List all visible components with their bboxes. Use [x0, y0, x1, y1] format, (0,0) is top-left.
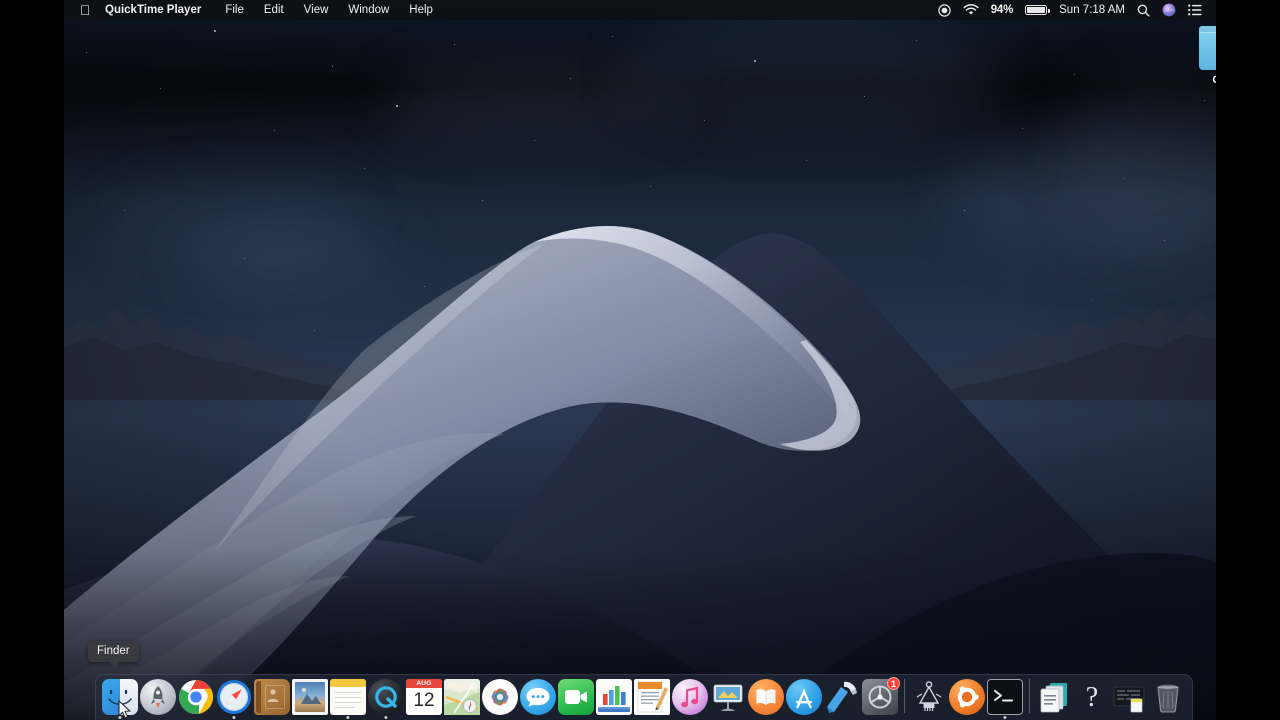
folder-icon [1199, 26, 1216, 70]
dock-item-quicktime-player[interactable] [367, 677, 405, 720]
dock-item-safari[interactable] [215, 677, 253, 720]
search-icon[interactable] [1137, 4, 1150, 17]
menu-item-edit[interactable]: Edit [254, 0, 294, 20]
dock-item-help-stack[interactable]: ? [1073, 677, 1111, 720]
dock-item-numbers[interactable] [595, 677, 633, 720]
numbers-icon [596, 679, 632, 715]
safari-icon [216, 679, 252, 715]
app-store-icon [786, 679, 822, 715]
dock-item-keynote[interactable] [709, 677, 747, 720]
arduino-icon [911, 679, 947, 715]
dock-item-facetime[interactable] [557, 677, 595, 720]
wifi-icon[interactable] [963, 4, 979, 16]
dock-item-app-store[interactable] [785, 677, 823, 720]
calendar-day: 12 [413, 690, 435, 711]
screen: Other  QuickTime Player File Edit View … [0, 0, 1280, 720]
badge-count: 1 [887, 677, 900, 690]
running-indicator [118, 715, 122, 719]
question-mark-icon: ? [1074, 679, 1110, 715]
xcode-icon [824, 679, 860, 715]
dock-item-xcode[interactable] [823, 677, 861, 720]
trash-icon [1150, 679, 1186, 715]
menu-item-window[interactable]: Window [338, 0, 399, 20]
dock-item-photos[interactable] [481, 677, 519, 720]
dune-lit-crest [64, 225, 861, 720]
dock-item-documents-stack[interactable] [1035, 677, 1073, 720]
dock-item-virtualbox-ubuntu[interactable] [948, 677, 986, 720]
horizon-mountains [64, 308, 1216, 400]
letterbox-left [0, 0, 64, 720]
dock-item-itunes[interactable] [671, 677, 709, 720]
desktop-icon-label: Other [1209, 74, 1216, 86]
dock-item-calendar[interactable]: AUG 12 [405, 677, 443, 720]
dock-item-messages[interactable] [519, 677, 557, 720]
menu-bar[interactable]:  QuickTime Player File Edit View Window… [64, 0, 1216, 20]
contacts-icon [254, 679, 290, 715]
dock-item-trash[interactable] [1149, 677, 1187, 720]
apple-menu-icon[interactable]:  [78, 2, 92, 18]
svg-text:?: ? [1086, 682, 1098, 713]
desktop-wallpaper[interactable]: Other [64, 0, 1216, 720]
dock[interactable]: AUG 12 1 ? [95, 674, 1193, 720]
running-indicator [232, 715, 236, 719]
launchpad-icon [140, 679, 176, 715]
battery-icon[interactable] [1025, 5, 1050, 15]
dock-tooltip-label: Finder [97, 645, 130, 657]
keynote-icon [710, 679, 746, 715]
siri-icon[interactable] [1162, 3, 1176, 17]
menu-item-file[interactable]: File [215, 0, 254, 20]
quicktime-player-icon [368, 679, 404, 715]
menu-item-help[interactable]: Help [399, 0, 443, 20]
letterbox-right [1216, 0, 1280, 720]
dock-item-arduino[interactable] [910, 677, 948, 720]
running-indicator [384, 715, 388, 719]
ibooks-icon [748, 679, 784, 715]
menu-app-title[interactable]: QuickTime Player [105, 0, 215, 20]
downloads-stack-icon [1112, 679, 1148, 715]
running-indicator [1003, 715, 1007, 719]
battery-percent: 94% [990, 4, 1014, 16]
menu-item-view[interactable]: View [294, 0, 339, 20]
dock-item-pages[interactable] [633, 677, 671, 720]
photos-icon [482, 679, 518, 715]
ubuntu-icon [949, 679, 985, 715]
dock-item-terminal[interactable] [986, 677, 1024, 720]
photo-frame-icon [292, 679, 328, 715]
facetime-icon [558, 679, 594, 715]
dock-item-launchpad[interactable] [139, 677, 177, 720]
dock-item-ibooks[interactable] [747, 677, 785, 720]
dock-item-system-preferences[interactable]: 1 [861, 677, 900, 720]
record-icon[interactable] [938, 3, 951, 17]
documents-stack-icon [1036, 679, 1072, 715]
dock-item-downloads-stack[interactable] [1111, 677, 1149, 720]
dock-item-photos-frame[interactable] [291, 677, 329, 720]
desktop-icon-other[interactable]: Other [1195, 26, 1216, 86]
dock-item-google-chrome[interactable] [177, 677, 215, 720]
maps-icon [444, 679, 480, 715]
menu-bar-clock[interactable]: Sun 7:18 AM [1059, 4, 1125, 16]
running-indicator [346, 715, 350, 719]
dock-divider-1 [904, 679, 905, 713]
dock-item-finder[interactable] [101, 677, 139, 720]
finder-icon [102, 679, 138, 715]
notes-icon [330, 679, 366, 715]
dock-tooltip: Finder [88, 641, 139, 667]
messages-icon [520, 679, 556, 715]
google-chrome-icon [178, 679, 214, 715]
dock-item-maps[interactable] [443, 677, 481, 720]
calendar-month: AUG [406, 679, 442, 688]
dock-divider-2 [1029, 679, 1030, 713]
pages-icon [634, 679, 670, 715]
terminal-icon [987, 679, 1023, 715]
dune-dark-body [64, 233, 1216, 720]
star-field [64, 0, 1216, 720]
itunes-icon [672, 679, 708, 715]
calendar-icon: AUG 12 [406, 679, 442, 715]
list-icon[interactable] [1188, 4, 1202, 16]
system-preferences-icon: 1 [862, 677, 900, 715]
dock-item-notes[interactable] [329, 677, 367, 720]
dock-item-contacts[interactable] [253, 677, 291, 720]
